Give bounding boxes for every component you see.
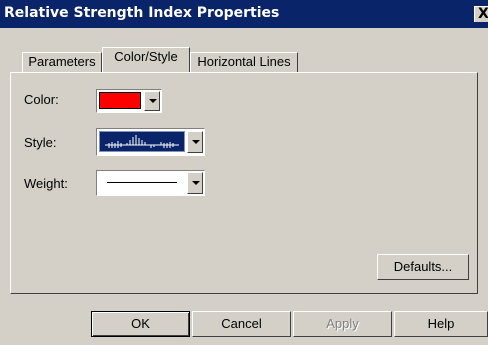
- weight-line-sample: [107, 182, 177, 183]
- color-swatch: [99, 92, 141, 109]
- apply-button-label: Apply: [326, 316, 359, 331]
- weight-dropdown-button[interactable]: [187, 172, 203, 194]
- close-icon: X: [478, 6, 488, 22]
- defaults-button-label: Defaults...: [393, 259, 453, 274]
- title-bar: Relative Strength Index Properties X: [0, 0, 488, 28]
- cancel-button-label: Cancel: [221, 316, 262, 331]
- chevron-down-icon: [192, 181, 200, 185]
- style-label: Style:: [24, 135, 57, 150]
- window-title: Relative Strength Index Properties: [4, 5, 280, 21]
- style-select[interactable]: [96, 128, 205, 156]
- histogram-style-icon: [99, 131, 185, 152]
- help-button-label: Help: [427, 316, 455, 331]
- tab-horizontal-lines[interactable]: Horizontal Lines: [190, 52, 298, 72]
- style-dropdown-button[interactable]: [187, 131, 203, 153]
- cancel-button[interactable]: Cancel: [192, 311, 291, 337]
- weight-select[interactable]: [96, 170, 205, 196]
- tab-parameters-label: Parameters: [28, 54, 96, 69]
- close-button[interactable]: X: [474, 6, 488, 22]
- defaults-button[interactable]: Defaults...: [377, 254, 469, 280]
- chevron-down-icon: [192, 140, 200, 144]
- style-selected-value: [99, 131, 185, 152]
- tab-color-style-label: Color/Style: [114, 49, 178, 64]
- weight-label: Weight:: [24, 176, 68, 191]
- color-label: Color:: [24, 92, 59, 107]
- apply-button[interactable]: Apply: [293, 311, 392, 337]
- tab-parameters[interactable]: Parameters: [22, 52, 102, 72]
- ok-button[interactable]: OK: [91, 311, 190, 337]
- tab-horizontal-lines-label: Horizontal Lines: [197, 54, 291, 69]
- chevron-down-icon: [149, 99, 157, 103]
- tab-color-style[interactable]: Color/Style: [102, 47, 190, 72]
- help-button[interactable]: Help: [394, 311, 488, 337]
- color-picker[interactable]: [96, 89, 162, 113]
- color-dropdown-button[interactable]: [144, 91, 160, 111]
- ok-button-label: OK: [131, 316, 150, 331]
